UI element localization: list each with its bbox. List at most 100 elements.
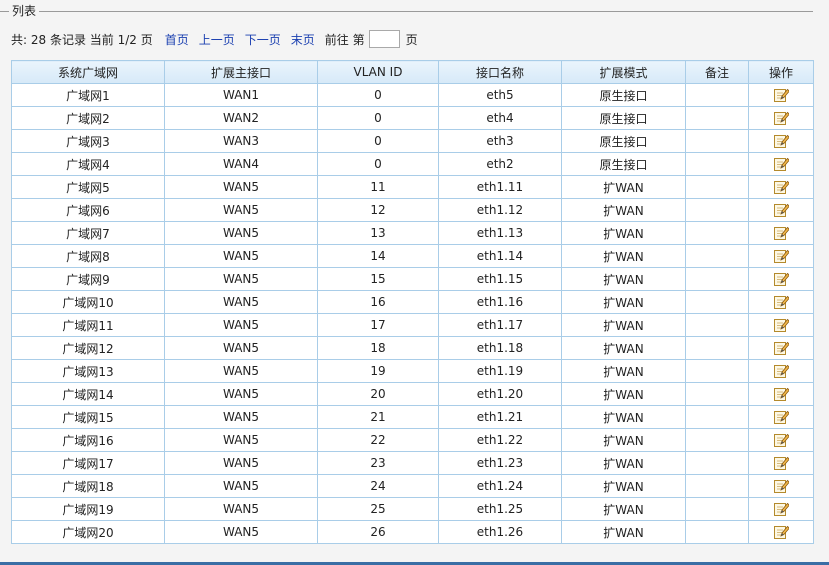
prev-page-link[interactable]: 上一页 [199,31,235,48]
cell-vlan-id: 0 [317,83,439,107]
cell-mode: 扩WAN [561,474,686,498]
edit-icon[interactable] [773,432,790,448]
cell-remark [685,497,749,521]
next-page-link[interactable]: 下一页 [245,31,281,48]
cell-remark [685,106,749,130]
edit-icon[interactable] [773,271,790,287]
page-number-input[interactable] [368,30,400,48]
cell-actions [748,428,814,452]
cell-remark [685,474,749,498]
col-header-interface-name[interactable]: 接口名称 [438,60,562,84]
cell-remark [685,405,749,429]
cell-remark [685,152,749,176]
cell-mode: 扩WAN [561,520,686,544]
cell-master-interface: WAN2 [164,106,318,130]
cell-actions [748,313,814,337]
cell-mode: 扩WAN [561,221,686,245]
cell-remark [685,83,749,107]
edit-icon[interactable] [773,340,790,356]
cell-system-wan: 广域网18 [11,474,165,498]
edit-icon[interactable] [773,478,790,494]
table-row: 广域网16 WAN5 22 eth1.22 扩WAN [11,428,814,452]
cell-system-wan: 广域网2 [11,106,165,130]
cell-mode: 扩WAN [561,497,686,521]
edit-icon[interactable] [773,225,790,241]
cell-mode: 扩WAN [561,428,686,452]
cell-system-wan: 广域网16 [11,428,165,452]
cell-interface-name: eth1.13 [438,221,562,245]
edit-icon[interactable] [773,202,790,218]
cell-vlan-id: 25 [317,497,439,521]
cell-system-wan: 广域网13 [11,359,165,383]
col-header-master-interface[interactable]: 扩展主接口 [164,60,318,84]
edit-icon[interactable] [773,110,790,126]
edit-icon[interactable] [773,524,790,540]
edit-icon[interactable] [773,501,790,517]
cell-mode: 扩WAN [561,198,686,222]
cell-vlan-id: 15 [317,267,439,291]
col-header-system-wan[interactable]: 系统广域网 [11,60,165,84]
cell-master-interface: WAN5 [164,267,318,291]
table-row: 广域网1 WAN1 0 eth5 原生接口 [11,83,814,107]
edit-icon[interactable] [773,133,790,149]
cell-master-interface: WAN5 [164,290,318,314]
edit-icon[interactable] [773,317,790,333]
table-row: 广域网13 WAN5 19 eth1.19 扩WAN [11,359,814,383]
edit-icon[interactable] [773,409,790,425]
cell-vlan-id: 24 [317,474,439,498]
table-row: 广域网15 WAN5 21 eth1.21 扩WAN [11,405,814,429]
edit-icon[interactable] [773,386,790,402]
cell-master-interface: WAN5 [164,497,318,521]
cell-remark [685,451,749,475]
edit-icon[interactable] [773,179,790,195]
cell-actions [748,520,814,544]
cell-master-interface: WAN4 [164,152,318,176]
cell-interface-name: eth1.22 [438,428,562,452]
col-header-vlan-id[interactable]: VLAN ID [317,60,439,84]
cell-vlan-id: 0 [317,129,439,153]
goto-label: 前往 第 [324,32,365,47]
cell-master-interface: WAN5 [164,451,318,475]
edit-icon[interactable] [773,87,790,103]
cell-actions [748,83,814,107]
first-page-link[interactable]: 首页 [165,31,189,48]
cell-system-wan: 广域网3 [11,129,165,153]
cell-interface-name: eth4 [438,106,562,130]
table-row: 广域网10 WAN5 16 eth1.16 扩WAN [11,290,814,314]
cell-master-interface: WAN5 [164,520,318,544]
cell-actions [748,175,814,199]
table-row: 广域网14 WAN5 20 eth1.20 扩WAN [11,382,814,406]
cell-actions [748,336,814,360]
cell-master-interface: WAN5 [164,221,318,245]
cell-actions [748,405,814,429]
cell-system-wan: 广域网20 [11,520,165,544]
edit-icon[interactable] [773,294,790,310]
edit-icon[interactable] [773,363,790,379]
cell-remark [685,129,749,153]
cell-system-wan: 广域网7 [11,221,165,245]
table-row: 广域网4 WAN4 0 eth2 原生接口 [11,152,814,176]
edit-icon[interactable] [773,455,790,471]
pagination-bar: 共: 28 条记录 当前 1/2 页 首页 上一页 下一页 末页 前往 第 页 [11,29,418,49]
cell-vlan-id: 26 [317,520,439,544]
cell-actions [748,244,814,268]
cell-master-interface: WAN5 [164,359,318,383]
edit-icon[interactable] [773,156,790,172]
cell-system-wan: 广域网1 [11,83,165,107]
cell-system-wan: 广域网10 [11,290,165,314]
table-header-row: 系统广域网 扩展主接口 VLAN ID 接口名称 扩展模式 备注 操作 [11,60,814,84]
cell-remark [685,336,749,360]
col-header-mode[interactable]: 扩展模式 [561,60,686,84]
edit-icon[interactable] [773,248,790,264]
last-page-link[interactable]: 末页 [291,31,315,48]
cell-actions [748,129,814,153]
cell-mode: 原生接口 [561,152,686,176]
cell-vlan-id: 11 [317,175,439,199]
col-header-remark[interactable]: 备注 [685,60,749,84]
cell-vlan-id: 19 [317,359,439,383]
cell-interface-name: eth1.14 [438,244,562,268]
cell-interface-name: eth1.23 [438,451,562,475]
cell-master-interface: WAN5 [164,336,318,360]
cell-interface-name: eth3 [438,129,562,153]
cell-interface-name: eth1.21 [438,405,562,429]
